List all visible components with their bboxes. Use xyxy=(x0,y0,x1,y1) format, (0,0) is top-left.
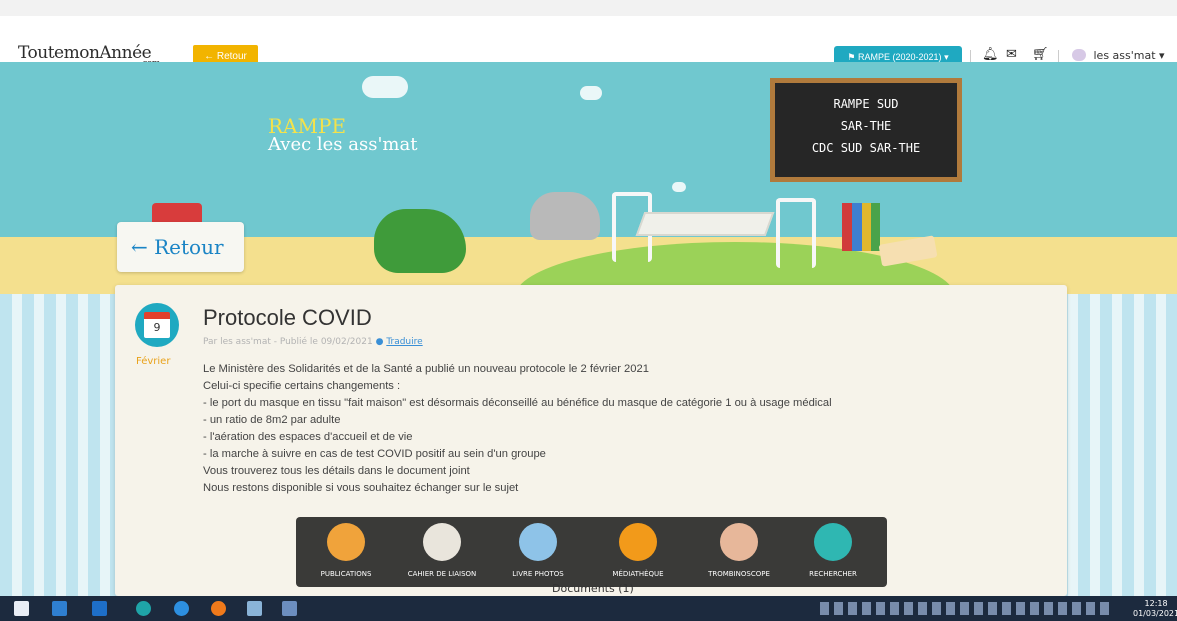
article-meta: Par les ass'mat - Publié le 09/02/2021 ●… xyxy=(203,337,423,347)
publications-icon xyxy=(327,523,365,561)
banner-title: RAMPE xyxy=(268,114,347,138)
module-livre-photos[interactable]: LIVRE PHOTOS xyxy=(493,523,583,578)
globe-icon: ● xyxy=(375,337,384,347)
chalkboard-line: RAMPE SUD xyxy=(833,97,899,111)
article-line: Nous restons disponible si vous souhaite… xyxy=(203,482,519,494)
module-label: MÉDIATHÈQUE xyxy=(612,570,664,578)
back-button-label: Retour xyxy=(216,50,247,62)
search-icon xyxy=(814,523,852,561)
back-button-label: Retour xyxy=(154,235,224,259)
taskbar-clock[interactable]: 12:18 01/03/2021 xyxy=(1133,599,1177,619)
edge-icon[interactable] xyxy=(136,601,151,616)
clock-date: 01/03/2021 xyxy=(1133,609,1177,618)
article-line: - la marche à suivre en cas de test COVI… xyxy=(203,448,546,460)
site-logo[interactable]: ToutemonAnnée .com xyxy=(18,43,160,69)
chalkboard-line: SAR-THE xyxy=(840,119,892,133)
firefox-icon[interactable] xyxy=(211,601,226,616)
internet-explorer-icon[interactable] xyxy=(174,601,189,616)
rocking-horse-illustration xyxy=(530,192,600,240)
envelope-icon[interactable]: ✉ xyxy=(1006,47,1017,62)
cloud-decoration xyxy=(672,182,686,192)
module-label: PUBLICATIONS xyxy=(320,570,372,578)
article-line: - le port du masque en tissu "fait maiso… xyxy=(203,397,832,409)
chalkboard: RAMPE SUD SAR-THE CDC SUD SAR-THE xyxy=(770,78,962,182)
class-selector-label: RAMPE (2020-2021) xyxy=(858,51,942,62)
cloud-decoration xyxy=(362,76,408,98)
module-publications[interactable]: PUBLICATIONS xyxy=(301,523,391,578)
module-label: CAHIER DE LIAISON xyxy=(407,570,477,578)
calendar-icon: 9 xyxy=(144,312,170,338)
documents-link[interactable]: Documents (1) xyxy=(552,582,634,595)
media-icon xyxy=(619,523,657,561)
chair-decoration xyxy=(776,198,816,268)
outlook-icon[interactable] xyxy=(92,601,107,616)
system-tray-icons[interactable] xyxy=(820,602,1110,615)
crocodile-illustration xyxy=(374,209,466,273)
arrow-left-icon: ← xyxy=(204,50,215,62)
top-navbar: ToutemonAnnée .com ← Retour ⚑ RAMPE (202… xyxy=(0,0,1177,69)
faces-icon xyxy=(720,523,758,561)
banner-subtitle: Avec les ass'mat xyxy=(268,134,418,155)
logo-text: ToutemonAnnée xyxy=(18,43,152,63)
clock-time: 12:18 xyxy=(1144,599,1168,608)
os-taskbar: 12:18 01/03/2021 xyxy=(0,596,1177,621)
books-illustration xyxy=(842,203,880,251)
user-menu[interactable]: les ass'mat ▾ xyxy=(1072,49,1165,62)
cart-icon[interactable]: 🛒︎ xyxy=(1032,47,1049,62)
hero-banner: RAMPE Avec les ass'mat RAMPE SUD SAR-THE… xyxy=(0,62,1177,294)
article-body: Le Ministère des Solidarités et de la Sa… xyxy=(203,361,1043,497)
user-name: les ass'mat xyxy=(1093,49,1156,62)
date-month: Février xyxy=(136,356,171,367)
app-icon[interactable] xyxy=(247,601,262,616)
article-meta-text: Par les ass'mat - Publié le 09/02/2021 xyxy=(203,337,373,347)
article-line: - l'aération des espaces d'accueil et de… xyxy=(203,431,413,443)
cloud-decoration xyxy=(580,86,602,100)
app-icon[interactable] xyxy=(282,601,297,616)
chevron-down-icon: ▾ xyxy=(1159,49,1165,62)
article-line: Celui-ci specifie certains changements : xyxy=(203,380,401,392)
windows-start-icon[interactable] xyxy=(14,601,29,616)
article-line: Vous trouverez tous les détails dans le … xyxy=(203,465,470,477)
module-label: LIVRE PHOTOS xyxy=(512,570,564,578)
app-icon[interactable] xyxy=(52,601,67,616)
table-decoration xyxy=(635,212,775,236)
photo-book-icon xyxy=(519,523,557,561)
chevron-down-icon: ▾ xyxy=(944,51,949,62)
avatar xyxy=(1072,49,1086,61)
translate-link[interactable]: Traduire xyxy=(386,337,422,347)
module-trombinoscope[interactable]: TROMBINOSCOPE xyxy=(694,523,784,578)
article-line: - un ratio de 8m2 par adulte xyxy=(203,414,341,426)
date-badge: 9 xyxy=(135,303,179,347)
module-cahier-de-liaison[interactable]: CAHIER DE LIAISON xyxy=(397,523,487,578)
module-mediatheque[interactable]: MÉDIATHÈQUE xyxy=(593,523,683,578)
module-toolbar: PUBLICATIONS CAHIER DE LIAISON LIVRE PHO… xyxy=(296,517,887,587)
article-line: Le Ministère des Solidarités et de la Sa… xyxy=(203,363,649,375)
module-rechercher[interactable]: RECHERCHER xyxy=(788,523,878,578)
article-title: Protocole COVID xyxy=(203,305,372,330)
arrow-left-icon: ← xyxy=(131,235,148,259)
notebook-icon xyxy=(423,523,461,561)
back-button-banner[interactable]: ← Retour xyxy=(117,222,244,272)
class-icon: ⚑ xyxy=(847,51,856,62)
chalkboard-line: CDC SUD SAR-THE xyxy=(811,141,921,155)
bell-icon[interactable]: 🔔︎ xyxy=(982,47,999,62)
module-label: RECHERCHER xyxy=(809,570,857,578)
date-day: 9 xyxy=(153,321,161,334)
module-label: TROMBINOSCOPE xyxy=(708,570,770,578)
